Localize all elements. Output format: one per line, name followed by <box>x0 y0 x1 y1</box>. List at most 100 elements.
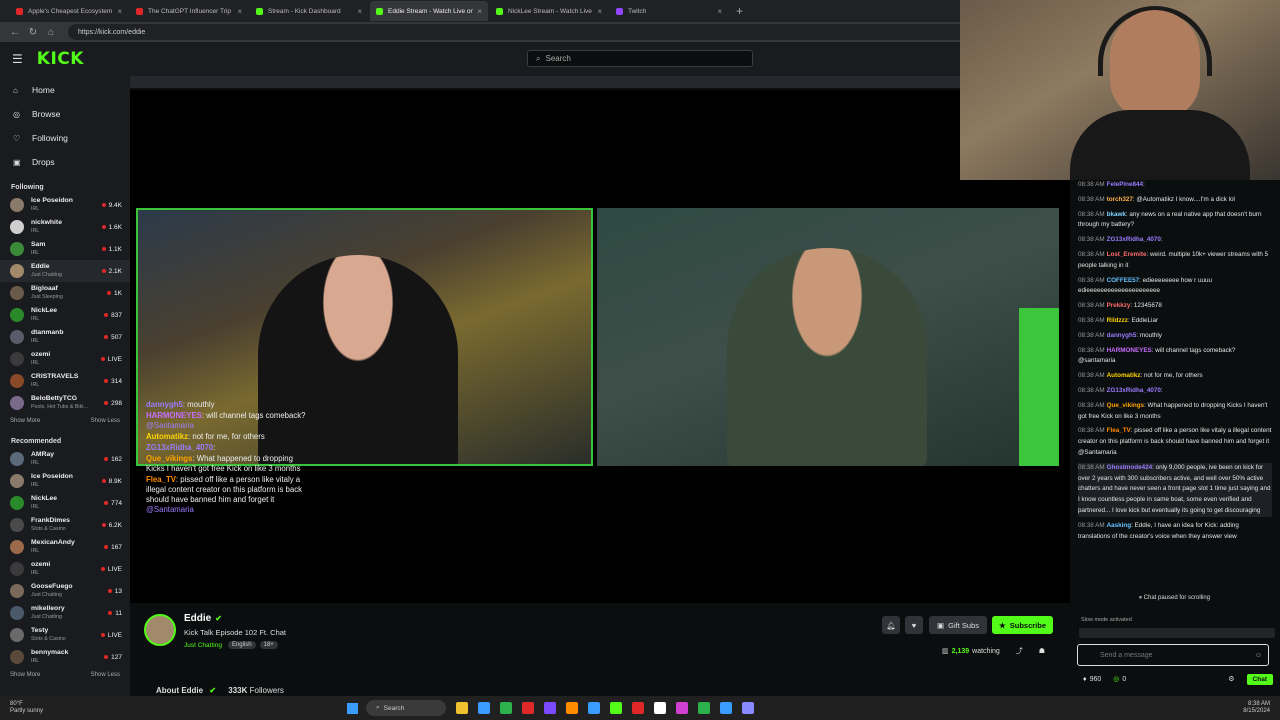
taskbar-app-icon[interactable] <box>632 702 645 714</box>
browser-tab[interactable]: Stream - Kick Dashboard × <box>250 1 368 21</box>
browser-tab[interactable]: Eddie Stream - Watch Live on × <box>370 1 488 21</box>
close-tab-icon[interactable]: × <box>717 7 722 16</box>
show-more-recommended[interactable]: Show More <box>10 672 40 678</box>
close-tab-icon[interactable]: × <box>597 7 602 16</box>
sidebar-channel[interactable]: BeloBettyTCG Pools, Hot Tubs & Biki... 2… <box>0 392 130 414</box>
taskbar-app-icon[interactable] <box>698 702 711 714</box>
taskbar-app-icon[interactable] <box>654 702 667 714</box>
tag-language[interactable]: English <box>227 641 256 649</box>
chat-username[interactable]: HARMONEYES <box>1107 347 1152 354</box>
menu-icon[interactable]: ☰ <box>12 52 23 66</box>
sidebar-channel[interactable]: Ice Poseidon IRL 8.9K <box>0 470 130 492</box>
chat-input[interactable]: Send a message ☺ <box>1077 644 1269 666</box>
taskbar-app-icon[interactable] <box>588 702 601 714</box>
chat-username[interactable]: Que_vikings <box>1107 402 1144 409</box>
notify-button[interactable]: 🔔︎ <box>882 616 900 634</box>
back-icon[interactable]: ← <box>6 27 24 38</box>
browser-tab[interactable]: Apple's Cheapest Ecosystem Broke × <box>10 1 128 21</box>
reload-icon[interactable]: ↻ <box>24 27 42 38</box>
show-less-following[interactable]: Show Less <box>91 418 120 424</box>
follow-button[interactable]: ♥ <box>905 616 923 634</box>
sidebar-channel[interactable]: bennymack IRL 127 <box>0 646 130 668</box>
sidebar-channel[interactable]: GooseFuego Just Chatting 13 <box>0 580 130 602</box>
nav-browse[interactable]: ◎ Browse <box>0 102 130 126</box>
chat-username[interactable]: torch327 <box>1107 196 1133 203</box>
nav-following[interactable]: ♡ Following <box>0 126 130 150</box>
taskbar-app-icon[interactable] <box>742 702 755 714</box>
sidebar-channel[interactable]: AMRay IRL 162 <box>0 448 130 470</box>
chat-username[interactable]: ZG13xRidha_4070 <box>1107 236 1161 243</box>
settings-icon[interactable]: ⚙ <box>1228 675 1234 683</box>
chat-messages[interactable]: 08:38 AM FelePine844: 08:38 AM torch327: @A… <box>1075 180 1280 616</box>
sidebar-channel[interactable]: NickLee IRL 774 <box>0 492 130 514</box>
sidebar-channel[interactable]: mikelleory Just Chatting 11 <box>0 602 130 624</box>
browser-tab[interactable]: NickLee Stream - Watch Live on × <box>490 1 608 21</box>
emote-bar[interactable] <box>1079 628 1275 638</box>
sidebar-channel[interactable]: Ice Poseidon IRL 9.4K <box>0 194 130 216</box>
chat-send-button[interactable]: Chat <box>1246 673 1273 685</box>
taskbar-search[interactable]: ⌕ Search <box>366 700 447 716</box>
chat-username[interactable]: Lost_Eremite <box>1107 251 1147 258</box>
subscribe-button[interactable]: ★ Subscribe <box>992 616 1053 634</box>
sidebar-channel[interactable]: Sam IRL 1.1K <box>0 238 130 260</box>
chat-username[interactable]: Automatikz <box>1107 372 1141 379</box>
sidebar-channel[interactable]: MexicanAndy IRL 167 <box>0 536 130 558</box>
close-tab-icon[interactable]: × <box>477 7 482 16</box>
taskbar-app-icon[interactable] <box>566 702 579 714</box>
close-tab-icon[interactable]: × <box>357 7 362 16</box>
close-tab-icon[interactable]: × <box>237 7 242 16</box>
taskbar-app-icon[interactable] <box>500 702 513 714</box>
start-button[interactable] <box>347 702 359 714</box>
sidebar-channel[interactable]: Eddie Just Chatting 2.1K <box>0 260 130 282</box>
stream-category[interactable]: Just Chatting <box>184 642 222 649</box>
taskbar-app-icon[interactable] <box>478 702 491 714</box>
user-icon[interactable]: ☗ <box>1039 647 1045 655</box>
sidebar-channel[interactable]: nickwhite IRL 1.6K <box>0 216 130 238</box>
show-less-recommended[interactable]: Show Less <box>91 672 120 678</box>
streamer-name[interactable]: Eddie ✔ <box>184 613 222 624</box>
search-input[interactable]: ⌕ Search <box>527 50 753 67</box>
taskbar-app-icon[interactable] <box>456 702 469 714</box>
share-icon[interactable]: ⤴ <box>1016 646 1023 656</box>
home-icon[interactable]: ⌂ <box>42 27 60 38</box>
sidebar-channel[interactable]: FrankDimes Slots & Casino 6.2K <box>0 514 130 536</box>
chat-username[interactable]: Aasking <box>1107 522 1132 529</box>
taskbar-app-icon[interactable] <box>720 702 733 714</box>
chat-username[interactable]: FelePine844 <box>1107 181 1143 188</box>
close-tab-icon[interactable]: × <box>117 7 122 16</box>
new-tab-button[interactable]: + <box>736 4 743 18</box>
gift-subs-button[interactable]: ▣ Gift Subs <box>929 616 987 634</box>
browser-tab[interactable]: Twitch × <box>610 1 728 21</box>
video-player[interactable]: dannygh5: mouthly HARMONEYES: will channe… <box>130 90 1070 603</box>
weather-widget[interactable]: 80°F Partly sunny <box>10 701 43 715</box>
show-more-following[interactable]: Show More <box>10 418 40 424</box>
sidebar-channel[interactable]: Bigloaaf Just Sleeping 1K <box>0 282 130 304</box>
kick-logo[interactable]: KICK <box>37 49 84 69</box>
sidebar-channel[interactable]: NickLee IRL 837 <box>0 304 130 326</box>
chat-username[interactable]: Ghostmode424 <box>1107 464 1153 471</box>
chat-username[interactable]: dannygh5 <box>1107 332 1137 339</box>
tag-age[interactable]: 18+ <box>259 641 278 649</box>
chat-username[interactable]: Prekkzy <box>1107 302 1131 309</box>
nav-drops[interactable]: ▣ Drops <box>0 150 130 174</box>
chat-username[interactable]: ZG13xRidha_4070 <box>1107 387 1161 394</box>
streamer-avatar[interactable] <box>144 614 176 646</box>
sidebar-channel[interactable]: CRISTRAVELS IRL 314 <box>0 370 130 392</box>
sidebar-channel[interactable]: dtanmanb IRL 507 <box>0 326 130 348</box>
system-clock[interactable]: 8:38 AM 8/15/2024 <box>1243 701 1270 715</box>
sidebar-channel[interactable]: ozemi IRL LIVE <box>0 558 130 580</box>
emoji-icon[interactable]: ☺ <box>1255 652 1262 659</box>
chat-username[interactable]: COFFEE57 <box>1107 277 1140 284</box>
taskbar-app-icon[interactable] <box>522 702 535 714</box>
taskbar-app-icon[interactable] <box>610 702 623 714</box>
taskbar-app-icon[interactable] <box>676 702 689 714</box>
browser-tab[interactable]: The ChatGPT Influencer Trip Just Got × <box>130 1 248 21</box>
sidebar-channel[interactable]: Testy Slots & Casino LIVE <box>0 624 130 646</box>
url-field[interactable]: https://kick.com/eddie <box>68 24 968 40</box>
chat-username[interactable]: Flea_TV <box>1107 427 1131 434</box>
chat-username[interactable]: bkawk <box>1107 211 1126 218</box>
nav-home[interactable]: ⌂ Home <box>0 78 130 102</box>
sidebar-channel[interactable]: ozemi IRL LIVE <box>0 348 130 370</box>
chat-username[interactable]: Rildzzz <box>1107 317 1128 324</box>
chat-paused-notice[interactable]: ⏸ Chat paused for scrolling <box>1135 594 1215 603</box>
